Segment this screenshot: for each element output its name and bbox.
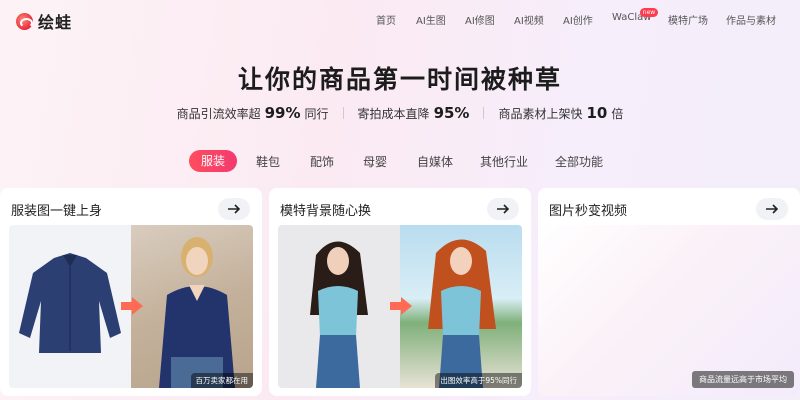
nav-item-home[interactable]: 首页 <box>376 12 396 27</box>
new-badge: new <box>640 8 658 17</box>
card-preview-image: 出图效率高于95%同行 <box>278 225 522 388</box>
video-preview[interactable]: 商品流量远高于市场平均 <box>538 225 800 396</box>
stat-traffic: 商品引流效率超 99% 同行 <box>177 104 329 122</box>
hero-stats: 商品引流效率超 99% 同行 寄拍成本直降 95% 商品素材上架快 10 倍 <box>0 104 800 122</box>
tab-all-features[interactable]: 全部功能 <box>555 153 603 170</box>
tab-clothing[interactable]: 服装 <box>189 150 237 172</box>
nav-item-ai-image[interactable]: AI生图 <box>416 12 446 27</box>
transform-arrow-icon <box>390 297 412 315</box>
tab-shoes-bags[interactable]: 鞋包 <box>256 153 280 170</box>
card-caption: 出图效率高于95%同行 <box>435 373 522 388</box>
stat-suffix: 同行 <box>304 107 329 121</box>
feature-card-background-swap[interactable]: 模特背景随心换 出图效率高于95%同行 <box>269 188 531 396</box>
stat-cost: 寄拍成本直降 95% <box>358 104 470 122</box>
nav-item-works-assets[interactable]: 作品与素材 <box>726 12 776 27</box>
card-preview-image: 百万卖家都在用 <box>9 225 253 388</box>
card-title: 模特背景随心换 <box>280 204 372 219</box>
feature-card-image-to-video[interactable]: 图片秒变视频 商品流量远高于市场平均 <box>538 188 800 396</box>
stat-suffix: 倍 <box>611 107 624 121</box>
stat-label: 寄拍成本直降 <box>357 107 430 121</box>
tab-other-industries[interactable]: 其他行业 <box>480 153 528 170</box>
divider <box>342 107 344 119</box>
card-title: 服装图一键上身 <box>11 204 103 219</box>
arrow-right-icon <box>766 204 779 214</box>
nav-item-ai-video[interactable]: AI视频 <box>514 12 544 27</box>
card-arrow-button[interactable] <box>756 198 788 220</box>
category-tabs: 服装 鞋包 配饰 母婴 自媒体 其他行业 全部功能 <box>0 150 800 172</box>
card-caption: 百万卖家都在用 <box>190 373 253 388</box>
nav-item-ai-retouch[interactable]: AI修图 <box>465 12 495 27</box>
product-shirt-image <box>9 225 131 388</box>
feature-card-try-on[interactable]: 服装图一键上身 百万卖家都在用 <box>0 188 262 396</box>
stat-value: 95% <box>433 104 470 122</box>
tab-mother-baby[interactable]: 母婴 <box>363 153 387 170</box>
model-seaside-image <box>400 225 522 388</box>
card-arrow-button[interactable] <box>218 198 250 220</box>
stat-label: 商品素材上架快 <box>498 107 583 121</box>
hero-title: 让你的商品第一时间被种草 <box>237 65 562 94</box>
stat-value: 99% <box>264 104 301 122</box>
stat-value: 10 <box>586 104 608 122</box>
nav-item-ai-create[interactable]: AI创作 <box>563 12 593 27</box>
transform-arrow-icon <box>121 297 143 315</box>
divider <box>483 107 485 119</box>
arrow-right-icon <box>228 204 241 214</box>
model-studio-image <box>278 225 400 388</box>
tab-self-media[interactable]: 自媒体 <box>417 153 453 170</box>
card-caption: 商品流量远高于市场平均 <box>692 371 794 388</box>
card-arrow-button[interactable] <box>487 198 519 220</box>
stat-speed: 商品素材上架快 10 倍 <box>498 104 623 122</box>
nav-item-model-square[interactable]: 模特广场 <box>668 12 708 27</box>
card-title: 图片秒变视频 <box>549 204 628 219</box>
stat-label: 商品引流效率超 <box>176 107 261 121</box>
tab-accessories[interactable]: 配饰 <box>310 153 334 170</box>
top-bar: 绘蛙 首页 AI生图 AI修图 AI视频 AI创作 WaClaw 模特广场 作品… <box>0 0 800 38</box>
arrow-right-icon <box>497 204 510 214</box>
model-wearing-shirt-image <box>131 225 253 388</box>
main-nav: 首页 AI生图 AI修图 AI视频 AI创作 WaClaw 模特广场 作品与素材 <box>0 12 800 28</box>
